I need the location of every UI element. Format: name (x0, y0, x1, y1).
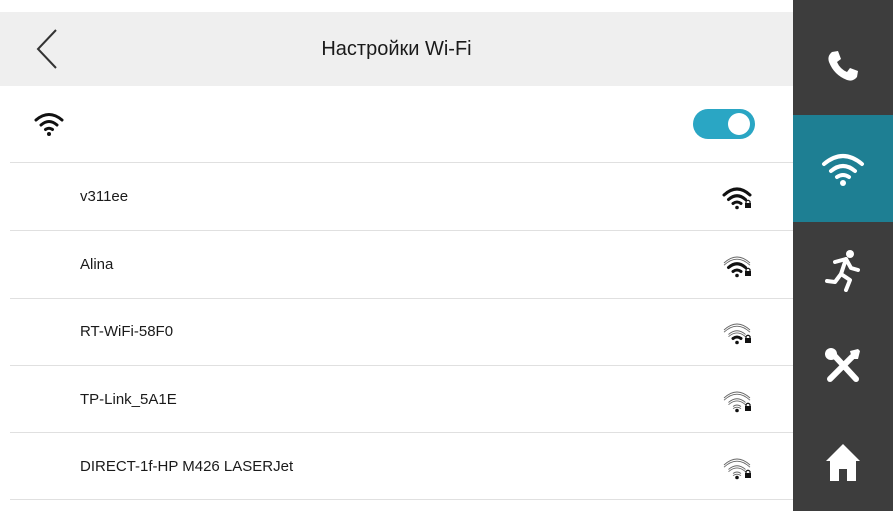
wifi-secured-icon (723, 391, 751, 413)
network-item[interactable]: DIRECT-1f-HP M426 LASERJet (0, 433, 793, 500)
header: Настройки Wi-Fi (0, 12, 793, 86)
wifi-icon (822, 153, 864, 186)
network-item[interactable]: TP-Link_5A1E (0, 366, 793, 433)
wifi-secured-icon (723, 458, 751, 480)
wifi-secured-icon (722, 187, 752, 210)
network-ssid: DIRECT-1f-HP M426 LASERJet (80, 458, 294, 475)
network-item[interactable]: RT-WiFi-58F0 (0, 298, 793, 365)
page-title: Настройки Wi-Fi (321, 38, 472, 60)
wifi-icon (34, 113, 64, 136)
main-panel: Настройки Wi-Fi v311ee Alina RT-WiFi-58F… (0, 0, 793, 511)
network-ssid: v311ee (80, 188, 129, 205)
network-ssid: Alina (80, 256, 114, 273)
wifi-secured-icon (723, 323, 751, 345)
sidebar-item-motion[interactable] (793, 222, 893, 318)
sidebar-item-home[interactable] (793, 414, 893, 511)
phone-icon (828, 51, 858, 81)
network-item[interactable]: Alina (0, 231, 793, 298)
sidebar (793, 0, 893, 511)
sidebar-item-settings[interactable] (793, 318, 893, 414)
motion-detection-icon (825, 250, 860, 292)
tools-icon (825, 348, 860, 382)
network-ssid: RT-WiFi-58F0 (80, 323, 174, 340)
toggle-knob (728, 113, 750, 135)
network-ssid: TP-Link_5A1E (80, 391, 177, 408)
wifi-toggle-row (0, 86, 793, 162)
wifi-toggle[interactable] (693, 109, 755, 139)
sidebar-item-wifi[interactable] (793, 115, 893, 222)
home-icon (826, 443, 860, 481)
network-item[interactable]: v311ee (0, 163, 793, 230)
divider (10, 499, 793, 500)
sidebar-item-phone[interactable] (793, 20, 893, 112)
wifi-secured-icon (723, 256, 751, 278)
